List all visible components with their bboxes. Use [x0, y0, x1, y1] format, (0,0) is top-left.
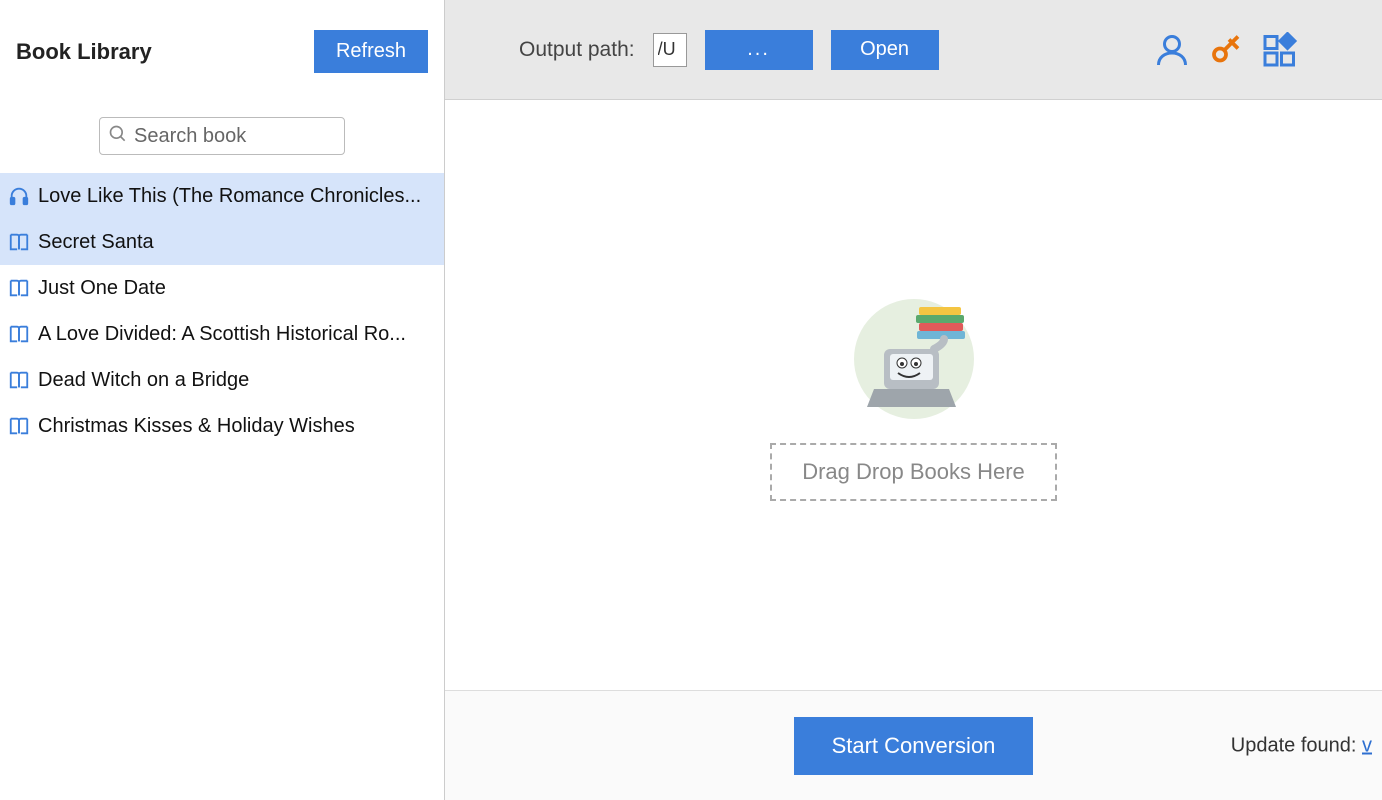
- book-title: Secret Santa: [38, 231, 154, 254]
- content-area: Drag Drop Books Here: [445, 100, 1382, 690]
- book-title: Love Like This (The Romance Chronicles..…: [38, 185, 421, 208]
- user-icon[interactable]: [1154, 32, 1190, 68]
- book-item[interactable]: Love Like This (The Romance Chronicles..…: [0, 173, 444, 219]
- browse-button[interactable]: ...: [705, 30, 813, 70]
- book-icon: [8, 415, 30, 437]
- main-area: Output path: ... Open: [445, 0, 1382, 800]
- book-icon: [8, 277, 30, 299]
- apps-icon[interactable]: [1262, 32, 1298, 68]
- open-button[interactable]: Open: [831, 30, 939, 70]
- book-item[interactable]: A Love Divided: A Scottish Historical Ro…: [0, 311, 444, 357]
- toolbar: Output path: ... Open: [445, 0, 1382, 100]
- search-icon: [108, 124, 128, 149]
- toolbar-icons: [1154, 32, 1298, 68]
- book-icon: [8, 231, 30, 253]
- update-label: Update found:: [1231, 734, 1362, 756]
- refresh-button[interactable]: Refresh: [314, 30, 428, 73]
- book-title: Christmas Kisses & Holiday Wishes: [38, 415, 355, 438]
- sidebar-title: Book Library: [16, 39, 152, 65]
- laptop-books-illustration: [844, 289, 984, 429]
- drop-zone[interactable]: Drag Drop Books Here: [770, 443, 1057, 501]
- book-item[interactable]: Christmas Kisses & Holiday Wishes: [0, 403, 444, 449]
- book-title: A Love Divided: A Scottish Historical Ro…: [38, 323, 406, 346]
- output-path-input[interactable]: [653, 33, 687, 67]
- search-container: [0, 89, 444, 173]
- headphones-icon: [8, 185, 30, 207]
- book-item[interactable]: Just One Date: [0, 265, 444, 311]
- book-title: Just One Date: [38, 277, 166, 300]
- update-link[interactable]: v: [1362, 734, 1372, 756]
- footer: Start Conversion Update found: v: [445, 690, 1382, 800]
- book-list: Love Like This (The Romance Chronicles..…: [0, 173, 444, 800]
- start-conversion-button[interactable]: Start Conversion: [794, 717, 1034, 775]
- update-notice: Update found: v: [1231, 734, 1372, 757]
- search-input[interactable]: [134, 125, 336, 148]
- book-item[interactable]: Secret Santa: [0, 219, 444, 265]
- book-icon: [8, 369, 30, 391]
- sidebar-header: Book Library Refresh: [0, 0, 444, 89]
- key-icon[interactable]: [1208, 32, 1244, 68]
- sidebar: Book Library Refresh Love Like This (The…: [0, 0, 445, 800]
- output-path-label: Output path:: [519, 38, 635, 62]
- book-title: Dead Witch on a Bridge: [38, 369, 249, 392]
- book-item[interactable]: Dead Witch on a Bridge: [0, 357, 444, 403]
- search-box[interactable]: [99, 117, 345, 155]
- book-icon: [8, 323, 30, 345]
